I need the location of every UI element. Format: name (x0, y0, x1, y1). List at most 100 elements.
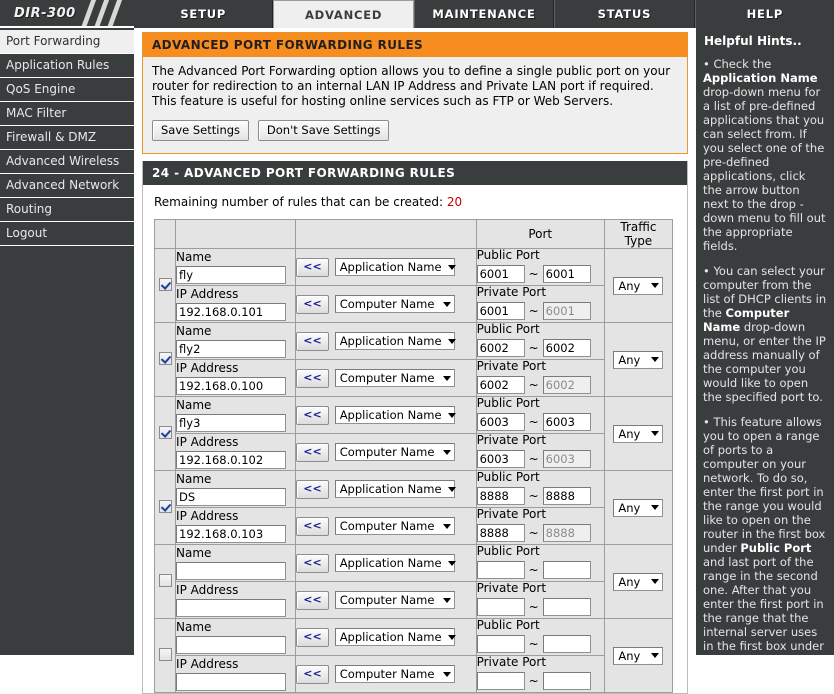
sidebar-item-application-rules[interactable]: Application Rules (0, 54, 134, 78)
computer-name-select[interactable]: Computer Name (334, 369, 455, 387)
computer-name-select[interactable]: Computer Name (334, 517, 455, 535)
private-port-row: ~ (476, 301, 604, 322)
private-port-end-input[interactable] (542, 302, 591, 320)
sidebar-item-routing[interactable]: Routing (0, 198, 134, 222)
apply-application-name-button[interactable]: << (296, 553, 329, 573)
rule-enable-checkbox[interactable] (158, 499, 172, 513)
ip-address-input[interactable] (176, 598, 287, 617)
apply-computer-name-button[interactable]: << (296, 442, 329, 462)
public-port-cell: Public Port ~ (475, 396, 605, 434)
rule-enable-checkbox[interactable] (158, 277, 172, 291)
sidebar-item-label: QoS Engine (6, 82, 76, 96)
apply-application-name-button[interactable]: << (296, 405, 329, 425)
rule-name-input[interactable] (176, 561, 287, 580)
computer-name-select[interactable]: Computer Name (334, 665, 455, 683)
apply-application-name-button[interactable]: << (296, 331, 329, 351)
apply-application-name-button[interactable]: << (296, 479, 329, 499)
sidebar-item-port-forwarding[interactable]: Port Forwarding (0, 30, 134, 54)
private-port-cell: Private Port ~ (475, 359, 605, 397)
traffic-type-select[interactable]: Any (613, 646, 664, 665)
private-port-start-input[interactable] (476, 376, 525, 394)
ip-address-input[interactable] (176, 672, 287, 691)
application-name-select[interactable]: Application Name (334, 258, 456, 276)
public-port-end-input[interactable] (542, 265, 591, 283)
traffic-type-select[interactable]: Any (613, 498, 664, 517)
ip-address-input[interactable] (176, 302, 287, 321)
public-port-start-input[interactable] (476, 265, 525, 283)
traffic-type-select[interactable]: Any (613, 424, 664, 443)
public-port-start-input[interactable] (476, 339, 525, 357)
ip-address-input[interactable] (176, 376, 287, 395)
private-port-end-input[interactable] (542, 524, 591, 542)
sidebar-item-advanced-network[interactable]: Advanced Network (0, 174, 134, 198)
public-port-start-input[interactable] (476, 635, 525, 653)
rule-enable-cell (153, 618, 177, 693)
public-port-end-input[interactable] (542, 339, 591, 357)
helpful-hints-sidebar: Helpful Hints.. • Check the Application … (694, 28, 834, 655)
private-port-end-input[interactable] (542, 672, 591, 690)
sidebar-item-logout[interactable]: Logout (0, 222, 134, 246)
sidebar-item-qos-engine[interactable]: QoS Engine (0, 78, 134, 102)
ip-address-label: IP Address (176, 360, 239, 375)
apply-computer-name-button[interactable]: << (296, 294, 329, 314)
private-port-label: Private Port (476, 433, 547, 447)
tab-maintenance[interactable]: MAINTENANCE (413, 0, 555, 28)
traffic-type-cell: Any (603, 248, 674, 323)
private-port-start-input[interactable] (476, 672, 525, 690)
rule-name-input[interactable] (176, 487, 287, 506)
rule-enable-checkbox[interactable] (158, 351, 172, 365)
computer-name-select[interactable]: Computer Name (334, 295, 455, 313)
select-value: Computer Name (339, 592, 435, 607)
rule-enable-checkbox[interactable] (158, 425, 172, 439)
public-port-start-input[interactable] (476, 413, 525, 431)
private-port-start-input[interactable] (476, 450, 525, 468)
ip-address-input[interactable] (176, 524, 287, 543)
traffic-type-select[interactable]: Any (613, 276, 664, 295)
rule-name-input[interactable] (176, 265, 287, 284)
tab-status[interactable]: STATUS (554, 0, 695, 28)
apply-computer-name-button[interactable]: << (296, 516, 329, 536)
private-port-start-input[interactable] (476, 524, 525, 542)
dont-save-settings-button[interactable]: Don't Save Settings (257, 120, 390, 141)
save-settings-button[interactable]: Save Settings (152, 120, 250, 141)
rule-name-input[interactable] (176, 413, 287, 432)
tab-setup[interactable]: SETUP (134, 0, 274, 28)
tab-help[interactable]: HELP (694, 0, 834, 28)
public-port-end-input[interactable] (542, 561, 591, 579)
rule-name-input[interactable] (176, 339, 287, 358)
private-port-end-input[interactable] (542, 598, 591, 616)
tab-advanced[interactable]: ADVANCED (273, 0, 414, 28)
application-name-select[interactable]: Application Name (334, 406, 456, 424)
application-name-select[interactable]: Application Name (334, 554, 456, 572)
public-port-end-input[interactable] (542, 487, 591, 505)
sidebar-item-mac-filter[interactable]: MAC Filter (0, 102, 134, 126)
application-name-select[interactable]: Application Name (334, 332, 456, 350)
private-port-end-input[interactable] (542, 376, 591, 394)
traffic-type-select[interactable]: Any (613, 350, 664, 369)
public-port-end-input[interactable] (542, 635, 591, 653)
private-port-end-input[interactable] (542, 450, 591, 468)
computer-name-select[interactable]: Computer Name (334, 591, 455, 609)
sidebar-item-advanced-wireless[interactable]: Advanced Wireless (0, 150, 134, 174)
rules-section: 24 - ADVANCED PORT FORWARDING RULES Rema… (142, 161, 688, 694)
apply-computer-name-button[interactable]: << (296, 664, 329, 684)
rules-section-title: 24 - ADVANCED PORT FORWARDING RULES (143, 161, 687, 185)
private-port-start-input[interactable] (476, 302, 525, 320)
apply-computer-name-button[interactable]: << (296, 368, 329, 388)
apply-application-name-button[interactable]: << (296, 627, 329, 647)
rule-name-input[interactable] (176, 635, 287, 654)
public-port-end-input[interactable] (542, 413, 591, 431)
traffic-type-select[interactable]: Any (613, 572, 664, 591)
computer-name-select[interactable]: Computer Name (334, 443, 455, 461)
private-port-start-input[interactable] (476, 598, 525, 616)
public-port-start-input[interactable] (476, 487, 525, 505)
application-name-select[interactable]: Application Name (334, 480, 456, 498)
sidebar-item-firewall-dmz[interactable]: Firewall & DMZ (0, 126, 134, 150)
public-port-start-input[interactable] (476, 561, 525, 579)
rule-enable-checkbox[interactable] (158, 647, 172, 661)
apply-application-name-button[interactable]: << (296, 257, 329, 277)
rule-enable-checkbox[interactable] (158, 573, 172, 587)
ip-address-input[interactable] (176, 450, 287, 469)
apply-computer-name-button[interactable]: << (296, 590, 329, 610)
application-name-select[interactable]: Application Name (334, 628, 456, 646)
